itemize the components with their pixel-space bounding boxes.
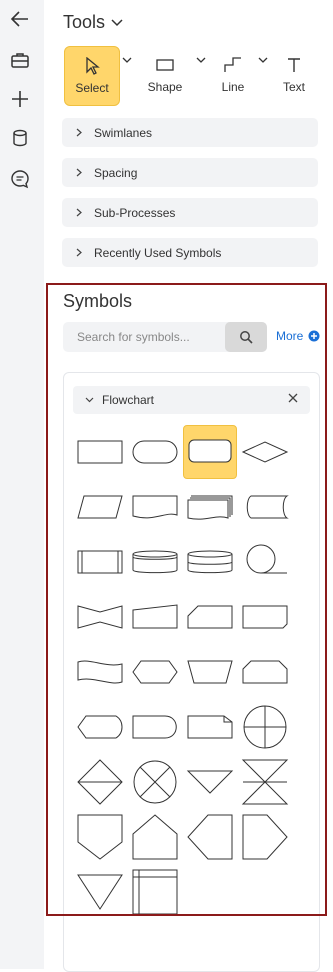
left-rail [0,0,44,969]
line-tool-button[interactable]: Line [212,46,254,104]
select-tool-label: Select [75,81,109,95]
select-options-chevron-icon[interactable] [122,56,132,64]
symbols-highlight-frame [46,283,327,916]
tools-header[interactable]: Tools [63,12,123,33]
chevron-right-icon [76,168,86,177]
plus-icon[interactable] [6,85,34,113]
section-sub-processes[interactable]: Sub-Processes [62,198,318,227]
text-tool-button[interactable]: Text [274,46,314,104]
rectangle-icon [156,54,174,76]
toolbox-icon[interactable] [6,46,34,74]
text-tool-label: Text [282,80,305,94]
cursor-icon [84,55,100,77]
select-tool-button[interactable]: Select [64,46,120,106]
line-options-chevron-icon[interactable] [258,56,268,64]
chevron-down-icon[interactable] [111,18,123,27]
section-recently-used-symbols[interactable]: Recently Used Symbols [62,238,318,267]
section-label: Swimlanes [94,125,153,140]
chevron-right-icon [76,208,86,217]
back-arrow-icon[interactable] [6,5,34,33]
section-label: Spacing [94,165,138,180]
section-swimlanes[interactable]: Swimlanes [62,118,318,147]
tools-title: Tools [63,12,106,32]
comment-icon[interactable] [6,165,34,193]
text-t-icon [286,54,302,76]
chevron-right-icon [76,128,86,137]
shape-tool-button[interactable]: Shape [140,46,190,104]
section-label: Sub-Processes [94,205,176,220]
shape-options-chevron-icon[interactable] [196,56,206,64]
line-tool-label: Line [221,80,245,94]
database-icon[interactable] [6,124,34,152]
section-spacing[interactable]: Spacing [62,158,318,187]
shape-tool-label: Shape [147,80,183,94]
section-label: Recently Used Symbols [94,245,222,260]
elbow-line-icon [224,54,242,76]
chevron-right-icon [76,248,86,257]
